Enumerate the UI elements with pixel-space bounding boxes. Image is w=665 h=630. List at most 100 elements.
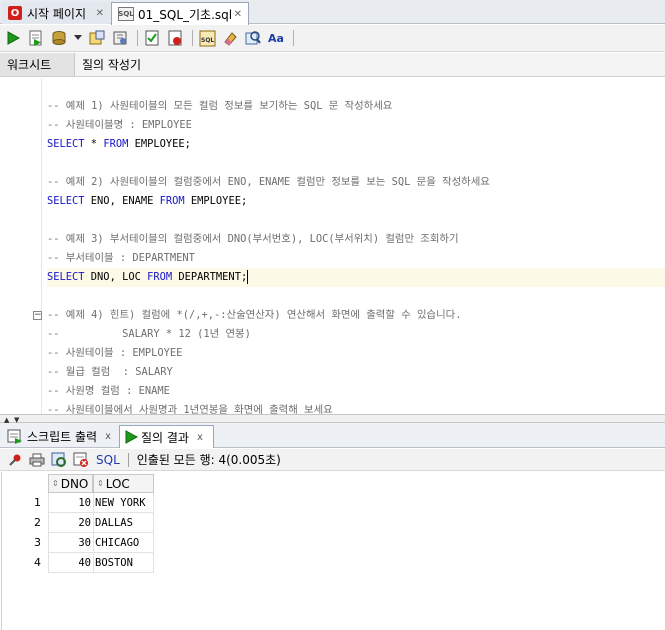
sql-comment: -- 부서테이블 : DEPARTMENT — [47, 252, 195, 264]
code-line[interactable] — [47, 287, 665, 306]
tab-label: 시작 페이지 — [27, 6, 87, 21]
print-button[interactable] — [28, 451, 46, 469]
table-row[interactable]: 2 20 DALLAS — [0, 513, 155, 533]
transaction-button[interactable] — [50, 29, 68, 47]
sql-keyword: SELECT — [47, 271, 91, 283]
code-line[interactable]: -- 사원테이블명 : EMPLOYEE — [47, 116, 665, 135]
cell-loc[interactable]: CHICAGO — [93, 533, 154, 553]
code-line[interactable]: -- 사원테이블 : EMPLOYEE — [47, 344, 665, 363]
explain-plan-icon — [245, 31, 261, 45]
table-row[interactable]: 4 40 BOSTON — [0, 553, 155, 573]
fold-toggle-icon[interactable]: − — [33, 311, 42, 320]
close-icon[interactable]: ✕ — [234, 9, 242, 20]
sql-editor[interactable]: − -- 예제 1) 사원테이블의 모든 컬럼 정보를 보기하는 SQL 문 작… — [0, 78, 665, 414]
tune-sql-button[interactable] — [143, 29, 161, 47]
result-toolbar: SQL 인출된 모든 행: 4(0.005초) — [0, 449, 665, 471]
column-header-dno[interactable]: ⇕ DNO — [48, 474, 93, 493]
commit-button[interactable] — [88, 29, 106, 47]
toolbar-separator — [192, 30, 193, 46]
tab-sql-file[interactable]: SQL 01_SQL_기초.sql ✕ — [111, 2, 249, 25]
column-header-loc[interactable]: ⇕ LOC — [93, 474, 154, 493]
format-icon: SQL — [199, 30, 215, 46]
dropdown-button[interactable] — [73, 29, 83, 47]
editor-gutter — [0, 78, 36, 414]
code-line[interactable] — [47, 154, 665, 173]
code-line[interactable]: -- 부서테이블 : DEPARTMENT — [47, 249, 665, 268]
code-line[interactable]: SELECT * FROM EMPLOYEE; — [47, 135, 665, 154]
cell-loc[interactable]: NEW YORK — [93, 493, 154, 513]
text-caret — [247, 270, 249, 284]
close-icon[interactable]: ✕ — [96, 8, 104, 19]
code-line[interactable] — [47, 211, 665, 230]
cell-loc[interactable]: BOSTON — [93, 553, 154, 573]
result-grid[interactable]: ⇕ DNO ⇕ LOC 1 10 NEW YORK 2 20 DALLAS 3 … — [0, 472, 665, 630]
run-statement-button[interactable] — [4, 29, 22, 47]
close-icon[interactable]: x — [197, 432, 203, 443]
worksheet-subtabs: 워크시트 질의 작성기 — [0, 53, 665, 77]
panel-splitter[interactable]: ▲ ▼ — [0, 414, 665, 424]
rollback-icon — [113, 31, 127, 45]
table-row[interactable]: 3 30 CHICAGO — [0, 533, 155, 553]
row-number: 3 — [34, 536, 41, 549]
export-button[interactable] — [72, 451, 90, 469]
change-case-button[interactable]: Aa — [267, 29, 285, 47]
code-line[interactable]: -- 예제 3) 부서테이블의 컬럼중에서 DNO(부서번호), LOC(부서위… — [47, 230, 665, 249]
sql-keyword: FROM — [147, 271, 179, 283]
code-line[interactable]: -- 사원명 컬럼 : ENAME — [47, 382, 665, 401]
checklist-icon — [145, 30, 159, 46]
code-line[interactable]: -- 예제 2) 사원테이블의 컬럼중에서 ENO, ENAME 컬럼만 정보를… — [47, 173, 665, 192]
code-area[interactable]: -- 예제 1) 사원테이블의 모든 컬럼 정보를 보기하는 SQL 문 작성하… — [47, 97, 665, 414]
sql-developer-window: O 시작 페이지 ✕ SQL 01_SQL_기초.sql ✕ SQL Aa 워크… — [0, 0, 665, 630]
pin-button[interactable] — [6, 451, 24, 469]
tab-label: 질의 결과 — [141, 430, 189, 445]
explain-plan-button[interactable] — [244, 29, 262, 47]
cell-dno[interactable]: 40 — [48, 553, 93, 573]
format-sql-button[interactable]: SQL — [198, 29, 216, 47]
code-line[interactable]: -- SALARY * 12 (1년 연봉) — [47, 325, 665, 344]
code-line[interactable]: SELECT DNO, LOC FROM DEPARTMENT; — [47, 268, 665, 287]
clear-button[interactable] — [221, 29, 239, 47]
result-tab-bar: 스크립트 출력 x 질의 결과 x — [0, 423, 665, 448]
run-icon — [7, 31, 20, 45]
svg-text:SQL: SQL — [201, 37, 214, 44]
sql-keyword: FROM — [159, 195, 191, 207]
code-line[interactable]: -- 예제 1) 사원테이블의 모든 컬럼 정보를 보기하는 SQL 문 작성하… — [47, 97, 665, 116]
run-script-icon — [29, 30, 42, 46]
sql-comment: -- 예제 2) 사원테이블의 컬럼중에서 ENO, ENAME 컬럼만 정보를… — [47, 176, 490, 188]
gutter-divider — [41, 78, 42, 414]
table-row[interactable]: 1 10 NEW YORK — [0, 493, 155, 513]
sql-comment: -- 예제 3) 부서테이블의 컬럼중에서 DNO(부서번호), LOC(부서위… — [47, 233, 459, 245]
tab-worksheet[interactable]: 워크시트 — [0, 53, 75, 76]
commit-icon — [89, 30, 105, 45]
cell-dno[interactable]: 30 — [48, 533, 93, 553]
code-line[interactable]: -- 사원테이블에서 사원명과 1년연봉을 화면에 출력해 보세요 — [47, 401, 665, 414]
sql-token: EMPLOYEE; — [190, 195, 248, 207]
stop-button[interactable] — [166, 29, 184, 47]
tab-script-output[interactable]: 스크립트 출력 x — [3, 425, 118, 447]
cell-dno[interactable]: 20 — [48, 513, 93, 533]
fetch-status: 인출된 모든 행: 4(0.005초) — [136, 453, 281, 467]
code-line[interactable]: SELECT ENO, ENAME FROM EMPLOYEE; — [47, 192, 665, 211]
refresh-button[interactable] — [50, 451, 68, 469]
run-icon — [125, 430, 138, 444]
chevron-down-icon — [74, 35, 82, 40]
tab-label: 스크립트 출력 — [27, 429, 98, 444]
code-line[interactable]: -- 예제 4) 힌트) 컬럼에 *(/,+,-:산술연산자) 연산해서 화면에… — [47, 306, 665, 325]
script-output-icon — [7, 429, 22, 444]
sql-link[interactable]: SQL — [96, 453, 120, 467]
code-line[interactable]: -- 월급 컬럼 : SALARY — [47, 363, 665, 382]
tab-query-result[interactable]: 질의 결과 x — [119, 425, 214, 448]
eraser-icon — [224, 32, 237, 46]
run-script-button[interactable] — [27, 29, 45, 47]
cell-dno[interactable]: 10 — [48, 493, 93, 513]
tab-start-page[interactable]: O 시작 페이지 ✕ — [2, 2, 110, 24]
sql-token: ENO, ENAME — [90, 195, 160, 207]
close-icon[interactable]: x — [105, 431, 111, 442]
sql-file-icon: SQL — [118, 7, 134, 21]
tab-query-builder[interactable]: 질의 작성기 — [75, 53, 148, 76]
sql-comment: -- 예제 1) 사원테이블의 모든 컬럼 정보를 보기하는 SQL 문 작성하… — [47, 100, 393, 112]
cell-loc[interactable]: DALLAS — [93, 513, 154, 533]
rollback-button[interactable] — [111, 29, 129, 47]
sql-comment: -- 사원테이블 : EMPLOYEE — [47, 347, 183, 359]
sql-keyword: SELECT — [47, 195, 91, 207]
